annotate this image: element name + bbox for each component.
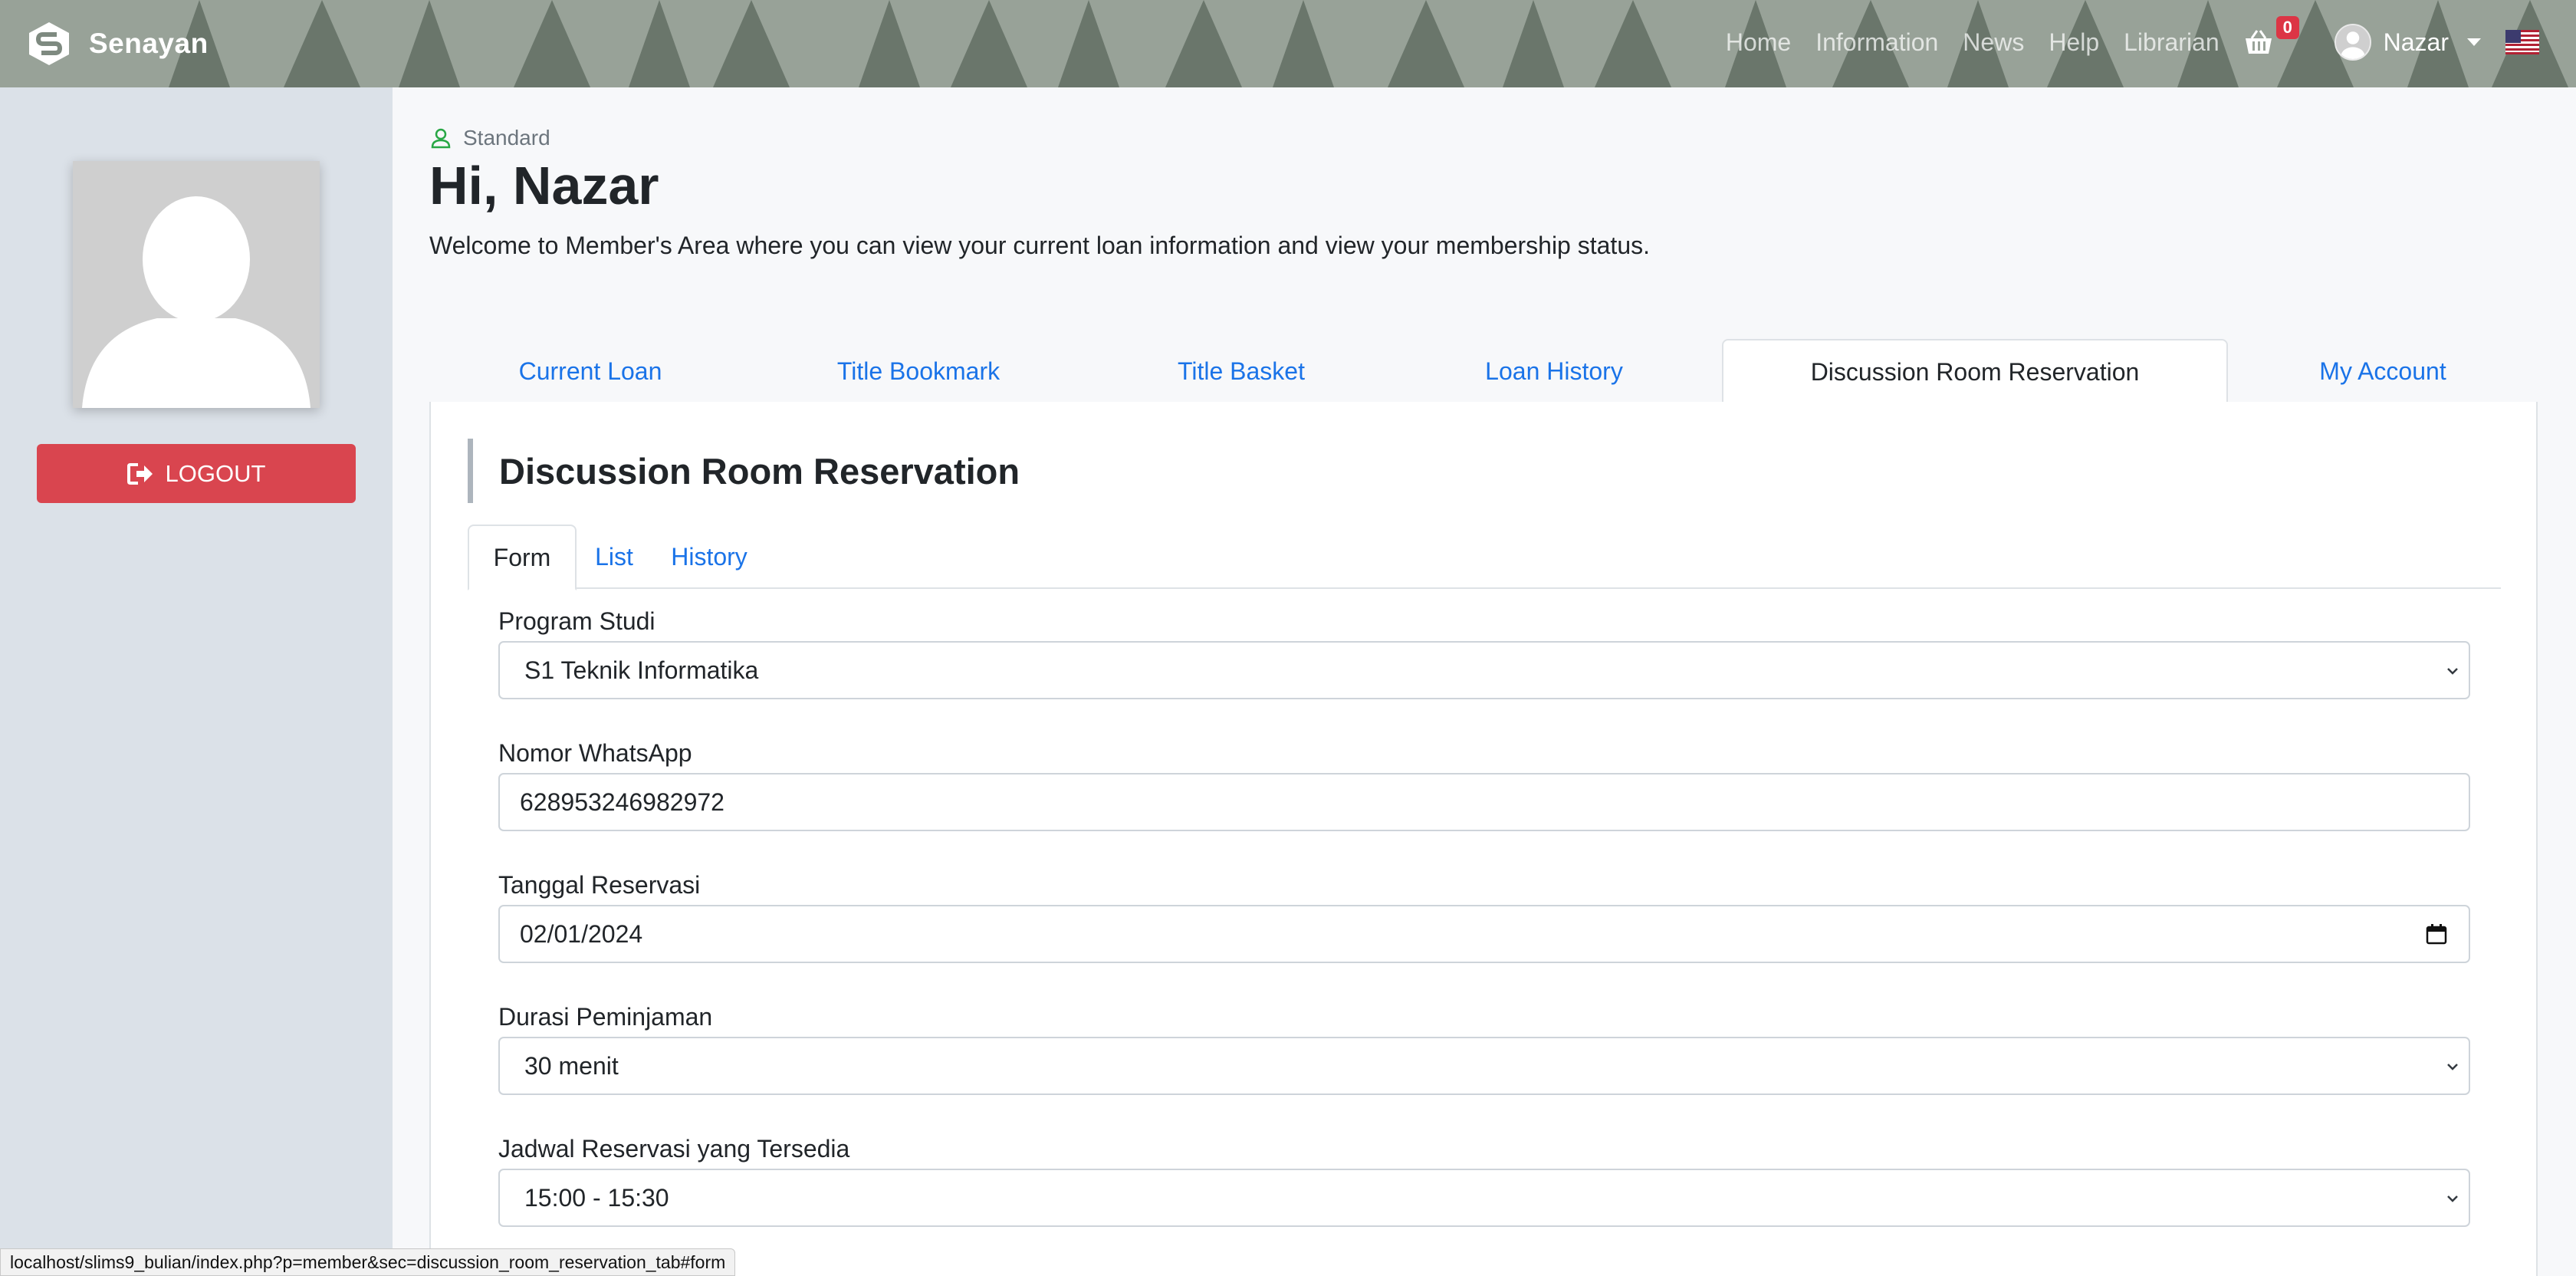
program-studi-label: Program Studi (498, 607, 656, 635)
durasi-peminjaman-label: Durasi Peminjaman (498, 1003, 713, 1031)
nav-information-link[interactable]: Information (1815, 28, 1938, 57)
brand-name: Senayan (89, 28, 209, 59)
subtab-history[interactable]: History (652, 525, 767, 589)
membership-type: Standard (429, 126, 550, 150)
nav-home-link[interactable]: Home (1726, 28, 1791, 57)
jadwal-reservasi-label: Jadwal Reservasi yang Tersedia (498, 1135, 850, 1163)
browser-status-url: localhost/slims9_bulian/index.php?p=memb… (0, 1248, 736, 1276)
chevron-down-icon (2447, 668, 2458, 675)
chevron-down-icon (2447, 1064, 2458, 1070)
page-title: Hi, Nazar (429, 156, 659, 215)
member-photo (73, 161, 320, 408)
nav-links: Home Information News Help Librarian 0 N… (1701, 0, 2539, 84)
tab-loan-history[interactable]: Loan History (1397, 339, 1711, 403)
tanggal-reservasi-label: Tanggal Reservasi (498, 871, 701, 899)
basket-button[interactable]: 0 (2244, 16, 2299, 58)
welcome-message: Welcome to Member's Area where you can v… (429, 232, 1650, 259)
program-studi-value: S1 Teknik Informatika (524, 656, 759, 684)
tab-discussion-room-reservation[interactable]: Discussion Room Reservation (1722, 339, 2228, 405)
calendar-icon[interactable] (2424, 922, 2449, 946)
whatsapp-value: 628953246982972 (520, 788, 724, 816)
sign-out-icon (127, 462, 153, 485)
user-outline-icon (431, 128, 451, 149)
nav-help-link[interactable]: Help (2049, 28, 2099, 57)
durasi-peminjaman-select[interactable]: 30 menit (498, 1037, 2470, 1095)
top-navbar: Senayan Home Information News Help Libra… (0, 0, 2576, 87)
whatsapp-input[interactable]: 628953246982972 (498, 773, 2470, 831)
tanggal-reservasi-value: 02/01/2024 (520, 919, 643, 948)
member-sidebar: LOGOUT (0, 87, 393, 1276)
member-area: Standard Hi, Nazar Welcome to Member's A… (393, 87, 2576, 1276)
tab-title-basket[interactable]: Title Basket (1086, 339, 1397, 403)
durasi-peminjaman-value: 30 menit (524, 1051, 619, 1080)
basket-count-badge: 0 (2275, 16, 2299, 39)
basket-icon (2245, 30, 2272, 54)
caret-down-icon (2467, 38, 2481, 46)
nav-librarian-link[interactable]: Librarian (2124, 28, 2220, 57)
reservation-subtabs: Form List History (468, 525, 2501, 590)
program-studi-select[interactable]: S1 Teknik Informatika (498, 641, 2470, 699)
user-silhouette-icon (2335, 25, 2370, 59)
brand[interactable]: Senayan (26, 17, 209, 71)
chevron-down-icon (2447, 1195, 2458, 1202)
subtab-list[interactable]: List (577, 525, 652, 589)
user-name: Nazar (2383, 28, 2449, 56)
whatsapp-label: Nomor WhatsApp (498, 739, 692, 767)
logout-button[interactable]: LOGOUT (37, 444, 356, 503)
tab-title-bookmark[interactable]: Title Bookmark (751, 339, 1086, 403)
jadwal-reservasi-value: 15:00 - 15:30 (524, 1183, 669, 1212)
user-avatar (2334, 24, 2371, 61)
reservation-panel: Discussion Room Reservation Form List Hi… (429, 402, 2538, 1276)
logout-label: LOGOUT (165, 459, 266, 487)
member-tabs: Current Loan Title Bookmark Title Basket… (429, 339, 2538, 405)
user-menu-dropdown[interactable]: Nazar (2334, 24, 2481, 61)
us-flag-icon[interactable] (2505, 30, 2539, 54)
tab-my-account[interactable]: My Account (2228, 339, 2538, 403)
nav-news-link[interactable]: News (1963, 28, 2024, 57)
section-title: Discussion Room Reservation (468, 439, 1020, 503)
membership-type-label: Standard (463, 126, 550, 150)
tanggal-reservasi-date-input[interactable]: 02/01/2024 (498, 905, 2470, 963)
subtab-form[interactable]: Form (468, 525, 577, 590)
tab-current-loan[interactable]: Current Loan (429, 339, 751, 403)
member-silhouette-icon (73, 161, 320, 408)
senayan-logo-icon (29, 22, 69, 65)
jadwal-reservasi-select[interactable]: 15:00 - 15:30 (498, 1169, 2470, 1227)
